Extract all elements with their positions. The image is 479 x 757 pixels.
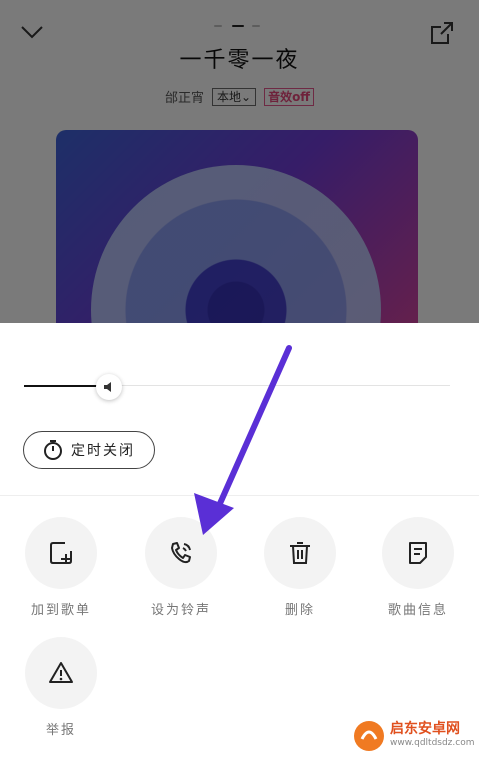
watermark: 启东安卓网 www.qdltdsdz.com [352, 716, 477, 756]
volume-knob[interactable] [96, 374, 123, 400]
timer-off-button[interactable]: 定时关闭 [23, 431, 155, 469]
site-logo-icon [354, 721, 384, 751]
delete-button[interactable]: 删除 [245, 517, 355, 618]
trash-icon [290, 542, 310, 564]
speaker-icon [104, 382, 112, 392]
info-doc-icon [409, 542, 427, 564]
song-info-button[interactable]: 歌曲信息 [363, 517, 473, 618]
phone-ring-icon [171, 542, 191, 564]
add-to-playlist-button[interactable]: 加到歌单 [6, 517, 116, 618]
report-button[interactable]: 举报 [6, 637, 116, 738]
more-actions-sheet: 定时关闭 加到歌单 设为铃声 删除 歌曲信息 举报 [0, 323, 479, 757]
timer-label: 定时关闭 [71, 443, 135, 459]
dim-overlay[interactable] [0, 0, 479, 323]
add-playlist-icon [50, 542, 72, 564]
warning-icon [49, 662, 73, 683]
set-ringtone-button[interactable]: 设为铃声 [126, 517, 236, 618]
stopwatch-icon [44, 440, 62, 460]
divider [0, 495, 479, 496]
